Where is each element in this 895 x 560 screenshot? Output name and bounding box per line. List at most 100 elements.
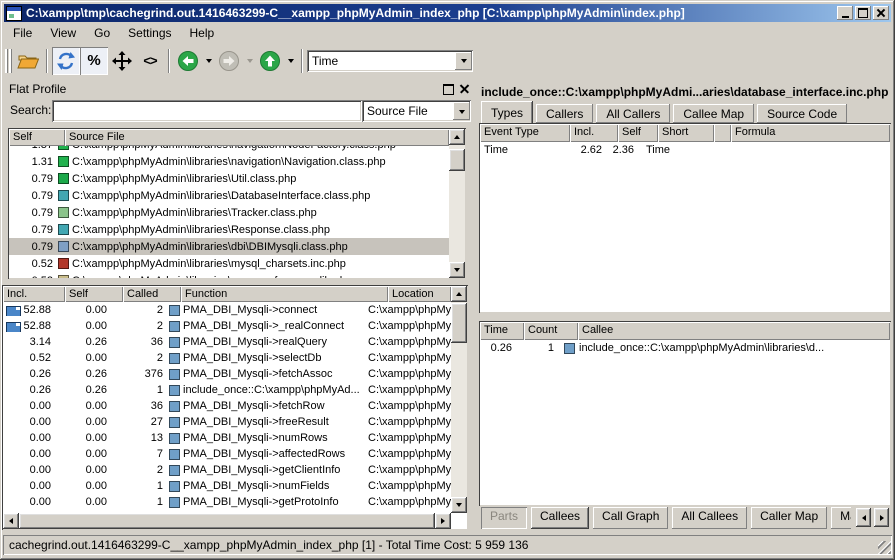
bottom-tab[interactable]: All Callees [672, 507, 747, 529]
minimize-button[interactable] [837, 6, 853, 20]
scroll-right-button[interactable] [435, 513, 451, 529]
tab-scroll-right-button[interactable] [874, 508, 889, 527]
dock-close-icon[interactable] [460, 84, 469, 93]
menu-item[interactable]: Go [85, 24, 119, 42]
back-button[interactable] [174, 47, 202, 75]
column-header-event-type[interactable]: Event Type [480, 124, 570, 142]
search-input[interactable] [52, 100, 362, 122]
dock-layout-button[interactable] [108, 47, 136, 75]
detail-tab[interactable]: Types [481, 101, 533, 123]
up-button[interactable] [256, 47, 284, 75]
table-row[interactable]: Time 2.62 2.36 Time [480, 142, 890, 158]
open-file-button[interactable] [14, 47, 42, 75]
table-row[interactable]: 1.37 C:\xampp\phpMyAdmin\libraries\navig… [9, 146, 449, 153]
scrollbar-thumb[interactable] [449, 149, 465, 171]
title-bar[interactable]: C:\xampp\tmp\cachegrind.out.1416463299-C… [4, 4, 891, 22]
chevron-down-icon [206, 59, 212, 66]
relative-cost-button[interactable]: <> [136, 47, 164, 75]
table-row[interactable]: 0.00 0.00 7 PMA_DBI_Mysqli->affectedRows… [3, 446, 451, 462]
table-row[interactable]: 0.00 0.00 36 PMA_DBI_Mysqli->fetchRow C:… [3, 398, 451, 414]
combo-dropdown-button[interactable] [455, 52, 472, 70]
table-row[interactable]: 0.26 1 include_once::C:\xampp\phpMyAdmin… [480, 340, 890, 356]
scroll-up-button[interactable] [451, 286, 467, 302]
table-row[interactable]: 0.26 0.26 1 include_once::C:\xampp\phpMy… [3, 382, 451, 398]
scroll-down-button[interactable] [449, 262, 465, 278]
toolbar-grip[interactable] [5, 49, 12, 73]
table-row[interactable]: 0.00 0.00 1 PMA_DBI_Mysqli->getProtoInfo… [3, 494, 451, 510]
detail-tab[interactable]: Callee Map [673, 104, 754, 123]
bottom-tab[interactable]: Caller Map [751, 507, 827, 529]
flat-profile-dock-title[interactable]: Flat Profile [4, 80, 475, 97]
table-row[interactable]: 0.79 C:\xampp\phpMyAdmin\libraries\Datab… [9, 187, 449, 204]
bottom-tab[interactable]: Machine [831, 507, 851, 529]
column-header-called[interactable]: Called [123, 286, 181, 302]
bottom-tab[interactable]: Parts [481, 507, 527, 529]
column-header-formula[interactable]: Formula [731, 124, 890, 142]
column-header-source-file[interactable]: Source File [65, 129, 449, 146]
column-header-count[interactable]: Count [524, 322, 578, 340]
forward-dropdown[interactable] [243, 47, 256, 75]
column-header-self[interactable]: Self [618, 124, 658, 142]
column-header-function[interactable]: Function [181, 286, 388, 302]
table-row[interactable]: 52.88 0.00 2 PMA_DBI_Mysqli->connect C:\… [3, 302, 451, 318]
table-row[interactable]: 0.79 C:\xampp\phpMyAdmin\libraries\Track… [9, 204, 449, 221]
maximize-button[interactable] [855, 6, 871, 20]
scroll-down-button[interactable] [451, 497, 467, 513]
close-button[interactable] [873, 6, 889, 20]
percent-toggle-button[interactable]: % [80, 47, 108, 75]
table-row[interactable]: 3.14 0.26 36 PMA_DBI_Mysqli->realQuery C… [3, 334, 451, 350]
function-list-vscrollbar[interactable] [451, 286, 467, 513]
scrollbar-thumb[interactable] [451, 303, 467, 343]
reload-button[interactable] [52, 47, 80, 75]
table-row[interactable]: 52.88 0.00 2 PMA_DBI_Mysqli->_realConnec… [3, 318, 451, 334]
table-row[interactable]: 0.52 C:\xampp\phpMyAdmin\libraries\mysql… [9, 255, 449, 272]
resize-grip[interactable] [878, 541, 891, 554]
detail-tab[interactable]: All Callers [596, 104, 670, 123]
function-list-hscrollbar[interactable] [3, 513, 451, 529]
column-header-self[interactable]: Self [9, 129, 65, 146]
bottom-tab[interactable]: Call Graph [593, 507, 668, 529]
grouping-combobox[interactable]: Source File [362, 100, 471, 122]
bottom-tab[interactable]: Callees [531, 507, 589, 529]
table-row[interactable]: 0.26 0.26 376 PMA_DBI_Mysqli->fetchAssoc… [3, 366, 451, 382]
event-type-combobox[interactable]: Time [307, 50, 473, 72]
detail-tab[interactable]: Callers [536, 104, 593, 123]
column-header-time[interactable]: Time [480, 322, 524, 340]
table-row[interactable]: 0.00 0.00 1 PMA_DBI_Mysqli->numFields C:… [3, 478, 451, 494]
column-header-callee[interactable]: Callee [578, 322, 890, 340]
table-row[interactable]: 0.52 C:\xampp\phpMyAdmin\libraries\user_… [9, 272, 449, 278]
arrow-right-icon [880, 515, 887, 521]
column-header-location[interactable]: Location [388, 286, 451, 302]
column-header-short[interactable]: Short [658, 124, 714, 142]
table-row[interactable]: 0.00 0.00 27 PMA_DBI_Mysqli->freeResult … [3, 414, 451, 430]
table-row[interactable]: 0.00 0.00 2 PMA_DBI_Mysqli->getClientInf… [3, 462, 451, 478]
scroll-left-button[interactable] [3, 513, 19, 529]
function-cell: PMA_DBI_Mysqli->realQuery [169, 336, 368, 348]
forward-button[interactable] [215, 47, 243, 75]
back-dropdown[interactable] [202, 47, 215, 75]
table-row[interactable]: 0.79 C:\xampp\phpMyAdmin\libraries\Util.… [9, 170, 449, 187]
table-row[interactable]: 0.79 C:\xampp\phpMyAdmin\libraries\dbi\D… [9, 238, 449, 255]
file-list-scrollbar[interactable] [449, 129, 465, 278]
dock-float-icon[interactable] [443, 84, 454, 95]
column-header-incl[interactable]: Incl. [570, 124, 618, 142]
source-file-cell: C:\xampp\phpMyAdmin\libraries\Tracker.cl… [58, 207, 317, 219]
up-dropdown[interactable] [284, 47, 297, 75]
table-row[interactable]: 0.52 0.00 2 PMA_DBI_Mysqli->selectDb C:\… [3, 350, 451, 366]
scroll-up-button[interactable] [449, 129, 465, 145]
menu-item[interactable]: View [41, 24, 85, 42]
menu-item[interactable]: Settings [119, 24, 180, 42]
scrollbar-thumb[interactable] [19, 513, 435, 529]
incl-cost-cell: 52.88 [3, 320, 57, 332]
tab-scroll-left-button[interactable] [856, 508, 871, 527]
table-row[interactable]: 1.31 C:\xampp\phpMyAdmin\libraries\navig… [9, 153, 449, 170]
detail-tab[interactable]: Source Code [757, 104, 847, 123]
menu-item[interactable]: File [4, 24, 41, 42]
column-header-incl[interactable]: Incl. [3, 286, 65, 302]
column-header-self[interactable]: Self [65, 286, 123, 302]
menu-item[interactable]: Help [181, 24, 224, 42]
table-row[interactable]: 0.79 C:\xampp\phpMyAdmin\libraries\Respo… [9, 221, 449, 238]
location-cell: C:\xampp\phpMyA [368, 496, 451, 508]
combo-dropdown-button[interactable] [453, 102, 470, 120]
table-row[interactable]: 0.00 0.00 13 PMA_DBI_Mysqli->numRows C:\… [3, 430, 451, 446]
